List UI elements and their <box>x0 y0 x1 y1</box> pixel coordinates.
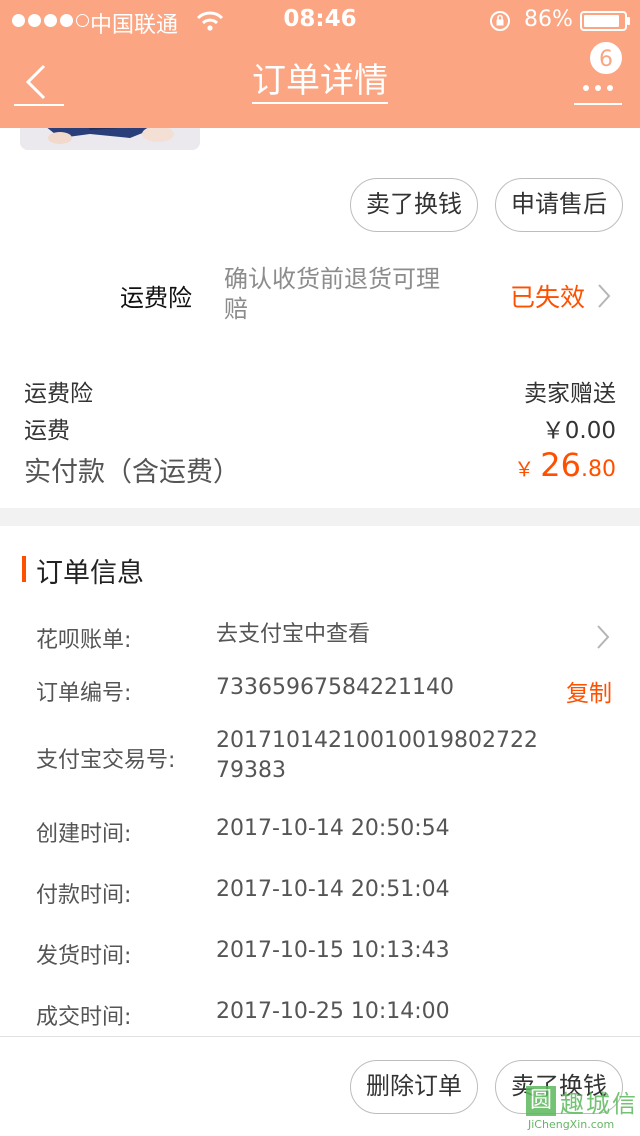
delete-order-button[interactable]: 删除订单 <box>350 1060 478 1114</box>
info-label: 订单编号: <box>36 681 132 706</box>
back-button[interactable] <box>14 58 66 108</box>
chevron-right-icon <box>597 625 610 649</box>
watermark: 圆 趣城信 JiChengXin.com <box>522 1082 640 1136</box>
paid-amount-value: ￥ 26.80 <box>514 446 616 484</box>
more-dots-icon <box>574 85 622 105</box>
apply-after-sale-button[interactable]: 申请售后 <box>495 178 623 232</box>
completed-time-value: 2017-10-25 10:14:00 <box>216 999 450 1024</box>
watermark-logo-icon: 圆 <box>526 1086 556 1116</box>
shipped-time-value: 2017-10-15 10:13:43 <box>216 938 450 963</box>
copy-order-number-link[interactable]: 复制 <box>566 674 612 708</box>
chevron-left-icon <box>14 64 64 106</box>
watermark-name: 趣城信 <box>560 1090 638 1118</box>
header: 中国联通 08:46 86% 订单详情 6 <box>0 0 640 128</box>
page-title-text: 订单详情 <box>252 60 388 104</box>
insurance-label: 运费险 <box>120 284 192 312</box>
info-label: 支付宝交易号: <box>36 748 176 773</box>
info-value: 去支付宝中查看 <box>216 622 371 647</box>
sell-for-cash-button[interactable]: 卖了换钱 <box>350 178 478 232</box>
order-number-value: 73365967584221140 <box>216 675 454 700</box>
watermark-domain: JiChengXin.com <box>528 1118 615 1131</box>
alipay-trade-number-value: 2017101421001001980272279383 <box>216 728 538 783</box>
summary-insurance-label: 运费险 <box>24 381 93 407</box>
paid-amount-label: 实付款（含运费） <box>24 457 240 488</box>
summary-shipping-value: ￥0.00 <box>541 418 616 444</box>
battery-icon <box>580 11 630 31</box>
info-label: 付款时间: <box>36 883 132 908</box>
info-label: 创建时间: <box>36 822 132 847</box>
paid-currency: ￥ <box>514 457 535 481</box>
order-detail-screen: 中国联通 08:46 86% 订单详情 6 卖了换钱 申请售后 运费险 确认收货… <box>0 0 640 1136</box>
order-info-title: 订单信息 <box>36 558 144 589</box>
paid-time-value: 2017-10-14 20:51:04 <box>216 877 450 902</box>
battery-percent: 86% <box>524 7 573 32</box>
insurance-status: 已失效 <box>510 283 586 312</box>
message-count-badge: 6 <box>588 40 624 76</box>
page-title: 订单详情 <box>0 60 640 104</box>
more-button[interactable]: 6 <box>572 40 632 106</box>
section-divider <box>0 508 640 526</box>
section-accent-bar <box>22 556 26 582</box>
info-label: 成交时间: <box>36 1005 132 1030</box>
paid-decimal: .80 <box>581 457 616 482</box>
status-bar: 中国联通 08:46 86% <box>0 0 640 40</box>
summary-shipping-label: 运费 <box>24 418 70 444</box>
created-time-value: 2017-10-14 20:50:54 <box>216 816 450 841</box>
chevron-right-icon <box>598 284 611 308</box>
info-label: 花呗账单: <box>36 628 132 653</box>
insurance-description: 确认收货前退货可理赔 <box>224 265 440 323</box>
paid-integer: 26 <box>540 446 581 484</box>
rotation-lock-icon <box>490 11 510 31</box>
summary-insurance-value: 卖家赠送 <box>524 381 616 407</box>
info-label: 发货时间: <box>36 944 132 969</box>
